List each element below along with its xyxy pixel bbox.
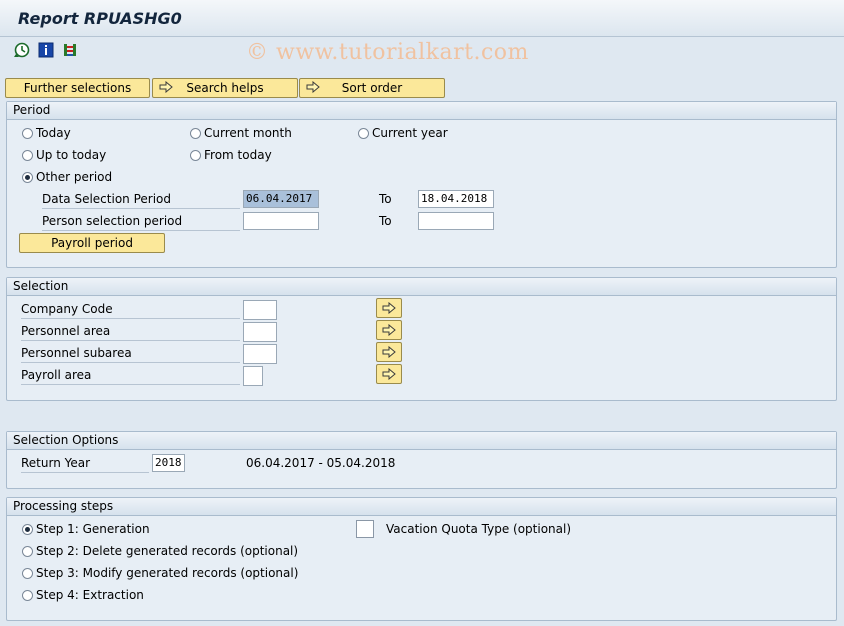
radio-other-period[interactable] bbox=[22, 172, 33, 183]
radio-other-period-label: Other period bbox=[36, 170, 113, 184]
sort-order-button[interactable]: Sort order bbox=[299, 78, 445, 98]
radio-from-today[interactable] bbox=[190, 150, 201, 161]
radio-step-2[interactable] bbox=[22, 546, 33, 557]
sort-order-label: Sort order bbox=[341, 81, 403, 95]
person-selection-period-label: Person selection period bbox=[42, 214, 240, 231]
radio-step-1-label: Step 1: Generation bbox=[36, 522, 150, 536]
radio-up-to-today[interactable] bbox=[22, 150, 33, 161]
page-title: Report RPUASHG0 bbox=[18, 9, 182, 28]
arrow-right-icon bbox=[382, 324, 396, 336]
to-label: To bbox=[379, 214, 392, 228]
personnel-subarea-input[interactable] bbox=[243, 344, 277, 364]
personnel-area-label: Personnel area bbox=[21, 324, 240, 341]
return-year-input[interactable]: 2018 bbox=[152, 454, 185, 472]
radio-current-year-label: Current year bbox=[372, 126, 448, 140]
person-selection-to-input[interactable] bbox=[418, 212, 494, 230]
radio-today[interactable] bbox=[22, 128, 33, 139]
payroll-area-label: Payroll area bbox=[21, 368, 240, 385]
return-year-label: Return Year bbox=[21, 456, 149, 473]
radio-step-1[interactable] bbox=[22, 524, 33, 535]
search-helps-label: Search helps bbox=[186, 81, 264, 95]
company-code-label: Company Code bbox=[21, 302, 240, 319]
processing-steps-group: Processing steps bbox=[6, 497, 837, 621]
processing-steps-header: Processing steps bbox=[7, 498, 836, 516]
arrow-right-icon bbox=[382, 346, 396, 358]
radio-from-today-label: From today bbox=[204, 148, 272, 162]
data-selection-to-input[interactable]: 18.04.2018 bbox=[418, 190, 494, 208]
info-icon[interactable] bbox=[38, 42, 54, 58]
person-selection-from-input[interactable] bbox=[243, 212, 319, 230]
to-label: To bbox=[379, 192, 392, 206]
execute-clock-icon[interactable] bbox=[14, 42, 30, 58]
personnel-subarea-multiple-selection-button[interactable] bbox=[376, 342, 402, 362]
selection-options-header: Selection Options bbox=[7, 432, 836, 450]
vacation-quota-checkbox[interactable] bbox=[356, 520, 374, 538]
company-code-multiple-selection-button[interactable] bbox=[376, 298, 402, 318]
radio-current-month[interactable] bbox=[190, 128, 201, 139]
personnel-subarea-label: Personnel subarea bbox=[21, 346, 240, 363]
radio-today-label: Today bbox=[36, 126, 71, 140]
personnel-area-multiple-selection-button[interactable] bbox=[376, 320, 402, 340]
radio-step-4-label: Step 4: Extraction bbox=[36, 588, 144, 602]
data-selection-period-label: Data Selection Period bbox=[42, 192, 240, 209]
further-selections-button[interactable]: Further selections bbox=[5, 78, 150, 98]
company-code-input[interactable] bbox=[243, 300, 277, 320]
period-header: Period bbox=[7, 102, 836, 120]
radio-step-2-label: Step 2: Delete generated records (option… bbox=[36, 544, 299, 558]
radio-step-4[interactable] bbox=[22, 590, 33, 601]
vacation-quota-label: Vacation Quota Type (optional) bbox=[386, 522, 572, 536]
payroll-area-multiple-selection-button[interactable] bbox=[376, 364, 402, 384]
watermark-text: © www.tutorialkart.com bbox=[246, 40, 529, 65]
radio-current-year[interactable] bbox=[358, 128, 369, 139]
arrow-right-icon bbox=[306, 80, 320, 96]
arrow-right-icon bbox=[382, 368, 396, 380]
personnel-area-input[interactable] bbox=[243, 322, 277, 342]
payroll-area-input[interactable] bbox=[243, 366, 263, 386]
search-helps-button[interactable]: Search helps bbox=[152, 78, 298, 98]
radio-step-3-label: Step 3: Modify generated records (option… bbox=[36, 566, 299, 580]
selection-header: Selection bbox=[7, 278, 836, 296]
radio-up-to-today-label: Up to today bbox=[36, 148, 107, 162]
selection-screen-icon[interactable] bbox=[62, 42, 78, 58]
radio-current-month-label: Current month bbox=[204, 126, 292, 140]
payroll-period-button[interactable]: Payroll period bbox=[19, 233, 165, 253]
return-year-range-text: 06.04.2017 - 05.04.2018 bbox=[246, 456, 396, 470]
radio-step-3[interactable] bbox=[22, 568, 33, 579]
arrow-right-icon bbox=[159, 80, 173, 96]
arrow-right-icon bbox=[382, 302, 396, 314]
data-selection-from-input[interactable]: 06.04.2017 bbox=[243, 190, 319, 208]
payroll-period-label: Payroll period bbox=[51, 236, 133, 250]
further-selections-label: Further selections bbox=[23, 81, 132, 95]
